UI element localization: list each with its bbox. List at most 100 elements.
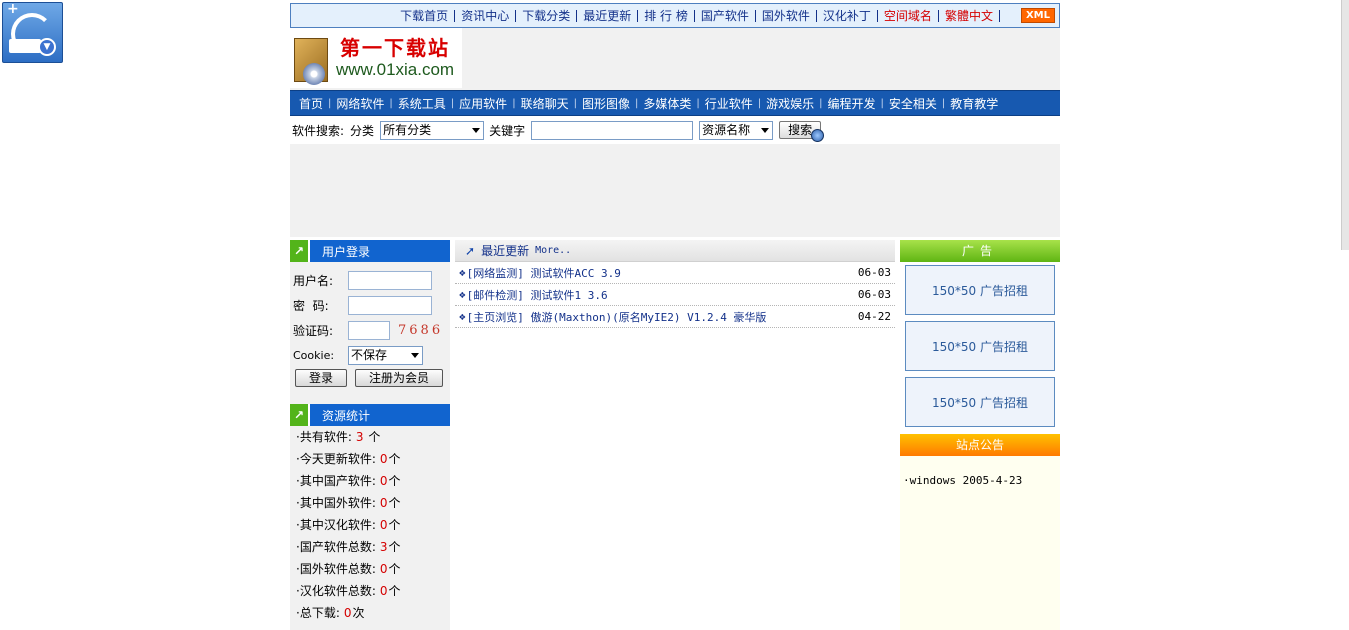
top-link-ranking[interactable]: 排 行 榜 <box>638 9 695 22</box>
diamond-bullet-icon: ❖ <box>459 310 466 323</box>
xml-badge[interactable]: XML <box>1020 8 1055 23</box>
nav-network[interactable]: 网络软件 <box>331 95 389 112</box>
login-button[interactable]: 登录 <box>295 369 347 387</box>
search-label: 软件搜索: <box>292 123 345 138</box>
username-input[interactable] <box>348 271 432 290</box>
software-box-icon <box>294 38 328 85</box>
item-date: 04-22 <box>857 310 891 323</box>
top-link-latest[interactable]: 最近更新 <box>577 9 639 22</box>
nav-home[interactable]: 首页 <box>294 95 328 112</box>
nav-multimedia[interactable]: 多媒体类 <box>638 95 696 112</box>
stat-row: ·国外软件总数: 0个 <box>290 558 450 580</box>
main-nav: 首页 | 网络软件 | 系统工具 | 应用软件 | 联络聊天 | 图形图像 | 多媒体类 | … <box>290 90 1060 116</box>
password-row: 密 码: <box>290 293 450 318</box>
login-title: 用户登录 <box>322 244 371 259</box>
nav-apps[interactable]: 应用软件 <box>454 95 512 112</box>
item-date: 06-03 <box>857 266 891 279</box>
nav-industry[interactable]: 行业软件 <box>700 95 758 112</box>
stat-unit: 个 <box>388 496 401 510</box>
item-date: 06-03 <box>857 288 891 301</box>
nav-games[interactable]: 游戏娱乐 <box>761 95 819 112</box>
stat-unit: 个 <box>388 518 401 532</box>
ad-slot[interactable]: 150*50 广告招租 <box>905 321 1055 371</box>
latest-title: 最近更新 <box>481 244 530 258</box>
latest-list: ❖ [网络监测] 测试软件ACC 3.9 06-03 ❖ [邮件检测] 测试软件1 3.… <box>455 262 895 328</box>
diamond-bullet-icon: ❖ <box>459 266 466 279</box>
item-title[interactable]: [网络监测] 测试软件ACC 3.9 <box>467 265 858 281</box>
search-bar: 软件搜索: 分类 所有分类 关键字 资源名称 搜索 <box>290 116 1060 144</box>
password-input[interactable] <box>348 296 432 315</box>
stat-unit: 个 <box>388 584 401 598</box>
stat-unit: 个 <box>388 540 401 554</box>
captcha-input[interactable] <box>348 321 390 340</box>
stat-label: ·汉化软件总数: <box>296 584 376 598</box>
username-row: 用户名: <box>290 268 450 293</box>
top-link-patches[interactable]: 汉化补丁 <box>817 9 878 22</box>
item-title[interactable]: [邮件检测] 测试软件1 3.6 <box>467 287 858 303</box>
site-logo[interactable]: 第一下载站 www.01xia.com <box>290 28 462 88</box>
cookie-row: Cookie: 不保存 <box>290 343 450 368</box>
nav-education[interactable]: 教育教学 <box>945 95 1003 112</box>
list-item[interactable]: ❖ [邮件检测] 测试软件1 3.6 06-03 <box>455 284 895 306</box>
field-select-value: 资源名称 <box>702 122 751 137</box>
stat-value: 3 <box>355 430 364 444</box>
header-strip: 第一下载站 www.01xia.com <box>290 28 1060 90</box>
nav-security[interactable]: 安全相关 <box>884 95 942 112</box>
left-sidebar: ↗ 用户登录 用户名: 密 码: 验证码: 7686 Cookie: 不保存 登… <box>290 240 450 630</box>
ad-slot[interactable]: 150*50 广告招租 <box>905 265 1055 315</box>
banner-area <box>290 144 1060 237</box>
stat-label: ·国外软件总数: <box>296 562 376 576</box>
search-icon <box>811 129 825 142</box>
stat-label: ·其中汉化软件: <box>296 518 376 532</box>
username-label: 用户名: <box>293 274 334 288</box>
stat-row: ·其中国外软件: 0个 <box>290 492 450 514</box>
field-select[interactable]: 资源名称 <box>699 120 774 140</box>
nav-programming[interactable]: 编程开发 <box>823 95 881 112</box>
top-link-hosting[interactable]: 空间域名 <box>878 9 939 22</box>
more-link[interactable]: More.. <box>535 245 571 256</box>
scrollbar[interactable] <box>1341 0 1349 250</box>
top-link-foreign[interactable]: 国外软件 <box>756 9 817 22</box>
captcha-row: 验证码: 7686 <box>290 318 450 343</box>
nav-system[interactable]: 系统工具 <box>393 95 451 112</box>
top-link-categories[interactable]: 下载分类 <box>516 9 578 22</box>
category-select-value: 所有分类 <box>383 122 432 137</box>
top-link-home[interactable]: 下载首页 <box>394 9 456 22</box>
password-label: 密 码: <box>293 299 329 313</box>
search-button-label: 搜索 <box>788 123 813 137</box>
stat-row: ·汉化软件总数: 0个 <box>290 580 450 602</box>
logo-title: 第一下载站 <box>340 36 450 60</box>
keyword-input[interactable] <box>531 120 694 140</box>
category-select[interactable]: 所有分类 <box>380 120 485 140</box>
item-title[interactable]: [主页浏览] 傲游(Maxthon)(原名MyIE2) V1.2.4 豪华版 <box>467 309 858 325</box>
stat-row: ·其中汉化软件: 0个 <box>290 514 450 536</box>
chevron-down-icon <box>761 127 770 133</box>
stat-value: 0 <box>379 584 388 598</box>
stats-header: ↗ 资源统计 <box>290 404 450 426</box>
stat-unit: 个 <box>388 452 401 466</box>
search-button[interactable]: 搜索 <box>779 121 825 142</box>
stat-row: ·共有软件: 3 个 <box>290 426 450 448</box>
top-link-traditional[interactable]: 繁體中文 <box>939 9 1000 22</box>
cookie-select[interactable]: 不保存 <box>348 346 423 365</box>
stats-title: 资源统计 <box>322 408 371 423</box>
nav-graphics[interactable]: 图形图像 <box>577 95 635 112</box>
top-link-domestic[interactable]: 国产软件 <box>695 9 756 22</box>
plus-icon: + <box>7 1 19 17</box>
stat-label: ·其中国产软件: <box>296 474 376 488</box>
download-widget-icon[interactable]: + ▼ <box>2 1 63 63</box>
stat-value: 0 <box>379 562 388 576</box>
list-item[interactable]: ❖ [网络监测] 测试软件ACC 3.9 06-03 <box>455 262 895 284</box>
notice-item[interactable]: ·windows 2005-4-23 <box>903 474 1060 487</box>
ad-slot[interactable]: 150*50 广告招租 <box>905 377 1055 427</box>
page-container: 下载首页 资讯中心 下载分类 最近更新 排 行 榜 国产软件 国外软件 汉化补丁… <box>290 3 1060 630</box>
list-item[interactable]: ❖ [主页浏览] 傲游(Maxthon)(原名MyIE2) V1.2.4 豪华版 0… <box>455 306 895 328</box>
stat-unit: 次 <box>352 606 365 620</box>
chevron-down-icon <box>472 127 481 133</box>
cookie-label: Cookie: <box>293 349 335 362</box>
stat-value: 0 <box>343 606 352 620</box>
stat-label: ·其中国外软件: <box>296 496 376 510</box>
register-button[interactable]: 注册为会员 <box>355 369 443 387</box>
nav-chat[interactable]: 联络聊天 <box>516 95 574 112</box>
top-link-news[interactable]: 资讯中心 <box>455 9 517 22</box>
